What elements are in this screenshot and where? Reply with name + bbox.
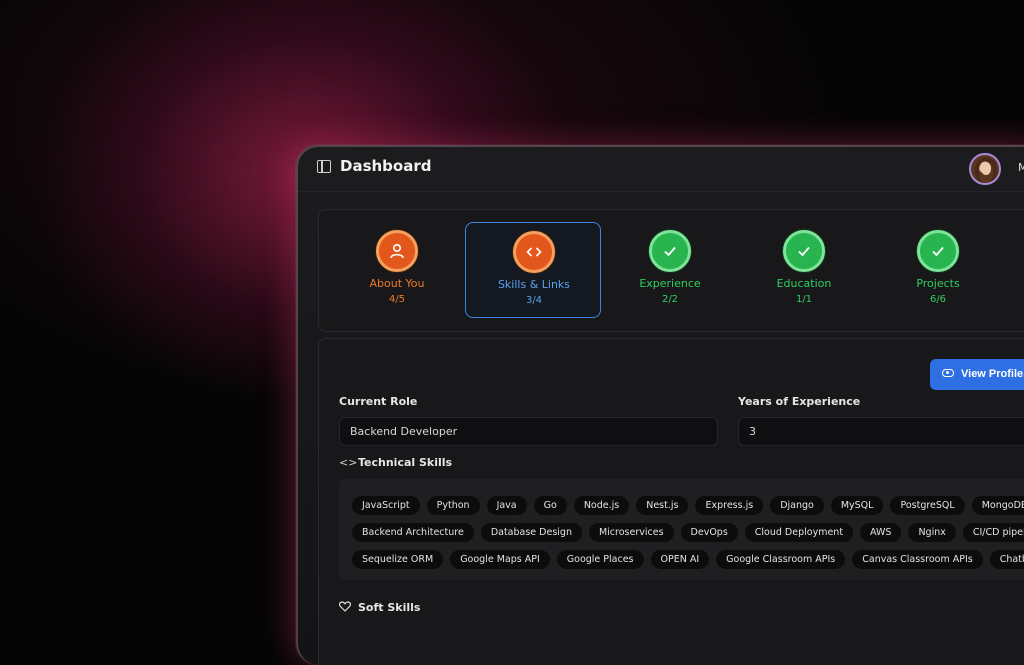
years-experience-label: Years of Experience: [738, 395, 861, 408]
view-profile-button[interactable]: View Profile: [930, 359, 1024, 390]
step-about-you-circle: [376, 230, 418, 272]
skill-chip[interactable]: Go: [533, 496, 567, 515]
step-skills-circle: [513, 231, 555, 273]
skills-row-2: Backend Architecture Database Design Micro…: [352, 520, 1024, 542]
skill-chip[interactable]: Nginx: [908, 523, 956, 542]
skill-chip[interactable]: Express.js: [695, 496, 764, 515]
skills-row-1: JavaScript Python Java Go Node.js Nest.js Expr…: [352, 493, 1024, 515]
check-icon: [664, 246, 676, 257]
skill-chip[interactable]: OPEN AI: [650, 550, 710, 569]
user-name[interactable]: M: [1018, 161, 1024, 174]
app-window: Dashboard M About You 4/5 Skills & Links…: [296, 145, 1024, 665]
step-label: Projects: [916, 277, 960, 290]
page-title: Dashboard: [340, 157, 432, 175]
check-icon: [932, 246, 944, 257]
step-count: 2/2: [661, 294, 679, 305]
user-icon: [390, 243, 404, 259]
current-role-input[interactable]: [339, 417, 718, 446]
skill-chip[interactable]: Google Maps API: [450, 550, 550, 569]
skill-chip[interactable]: PostgreSQL: [890, 496, 965, 515]
current-role-label: Current Role: [339, 395, 418, 408]
soft-skills-title: Soft Skills: [358, 601, 421, 614]
skill-chip[interactable]: Sequelize ORM: [352, 550, 444, 569]
eye-icon: [942, 369, 954, 377]
skill-chip[interactable]: Google Classroom APIs: [716, 550, 846, 569]
step-label: Skills & Links: [497, 278, 571, 291]
step-experience[interactable]: Experience 2/2: [602, 222, 738, 318]
heart-icon: [339, 601, 351, 612]
skill-chip[interactable]: Node.js: [573, 496, 630, 515]
skill-chip[interactable]: MySQL: [830, 496, 884, 515]
avatar[interactable]: [969, 153, 1001, 185]
progress-stepper: About You 4/5 Skills & Links 3/4 Experie…: [318, 209, 1024, 332]
skill-chip[interactable]: Google Places: [556, 550, 644, 569]
skills-form: View Profile Current Role Years of Exper…: [318, 338, 1024, 665]
step-skills-links[interactable]: Skills & Links 3/4: [465, 222, 601, 318]
skill-chip[interactable]: Nest.js: [636, 496, 689, 515]
skill-chip[interactable]: Python: [426, 496, 480, 515]
step-education-circle: [783, 230, 825, 272]
skill-chip[interactable]: AWS: [860, 523, 902, 542]
skill-chip[interactable]: Database Design: [480, 523, 582, 542]
step-label: Experience: [639, 277, 701, 290]
view-profile-label: View Profile: [961, 368, 1024, 380]
skill-chip[interactable]: Microservices: [588, 523, 674, 542]
check-icon: [798, 246, 810, 257]
step-about-you[interactable]: About You 4/5: [329, 222, 465, 318]
step-count: 6/6: [929, 294, 947, 305]
skill-chip[interactable]: CI/CD pipelines: [962, 523, 1024, 542]
skill-chip[interactable]: MongoDB: [971, 496, 1024, 515]
step-projects-circle: [917, 230, 959, 272]
step-experience-circle: [649, 230, 691, 272]
avatar-face: [981, 163, 991, 175]
step-label: About You: [369, 277, 425, 290]
skill-chip[interactable]: JavaScript: [352, 496, 420, 515]
skill-chip[interactable]: Java: [486, 496, 527, 515]
code-icon: [526, 247, 542, 257]
skill-chip[interactable]: Cloud Deployment: [744, 523, 854, 542]
skill-chip[interactable]: Backend Architecture: [352, 523, 474, 542]
technical-skills-title: Technical Skills: [358, 456, 453, 469]
code-icon: <>: [339, 456, 358, 469]
step-count: 1/1: [795, 294, 813, 305]
step-count: 3/4: [525, 295, 543, 306]
skill-chip[interactable]: Chatbot Integr: [989, 550, 1024, 569]
skill-chip[interactable]: DevOps: [680, 523, 738, 542]
step-label: Education: [776, 277, 832, 290]
top-bar: Dashboard M: [296, 145, 1024, 192]
skills-row-3: Sequelize ORM Google Maps API Google Place…: [352, 547, 1024, 569]
skill-chip[interactable]: Canvas Classroom APIs: [852, 550, 983, 569]
skill-chip[interactable]: Django: [770, 496, 824, 515]
years-experience-input[interactable]: [738, 417, 1024, 446]
step-count: 4/5: [388, 294, 406, 305]
step-projects[interactable]: Projects 6/6: [870, 222, 1006, 318]
sidebar-toggle-icon[interactable]: [317, 160, 331, 173]
step-education[interactable]: Education 1/1: [736, 222, 872, 318]
technical-skills-list: JavaScript Python Java Go Node.js Nest.js Expr…: [339, 479, 1024, 580]
